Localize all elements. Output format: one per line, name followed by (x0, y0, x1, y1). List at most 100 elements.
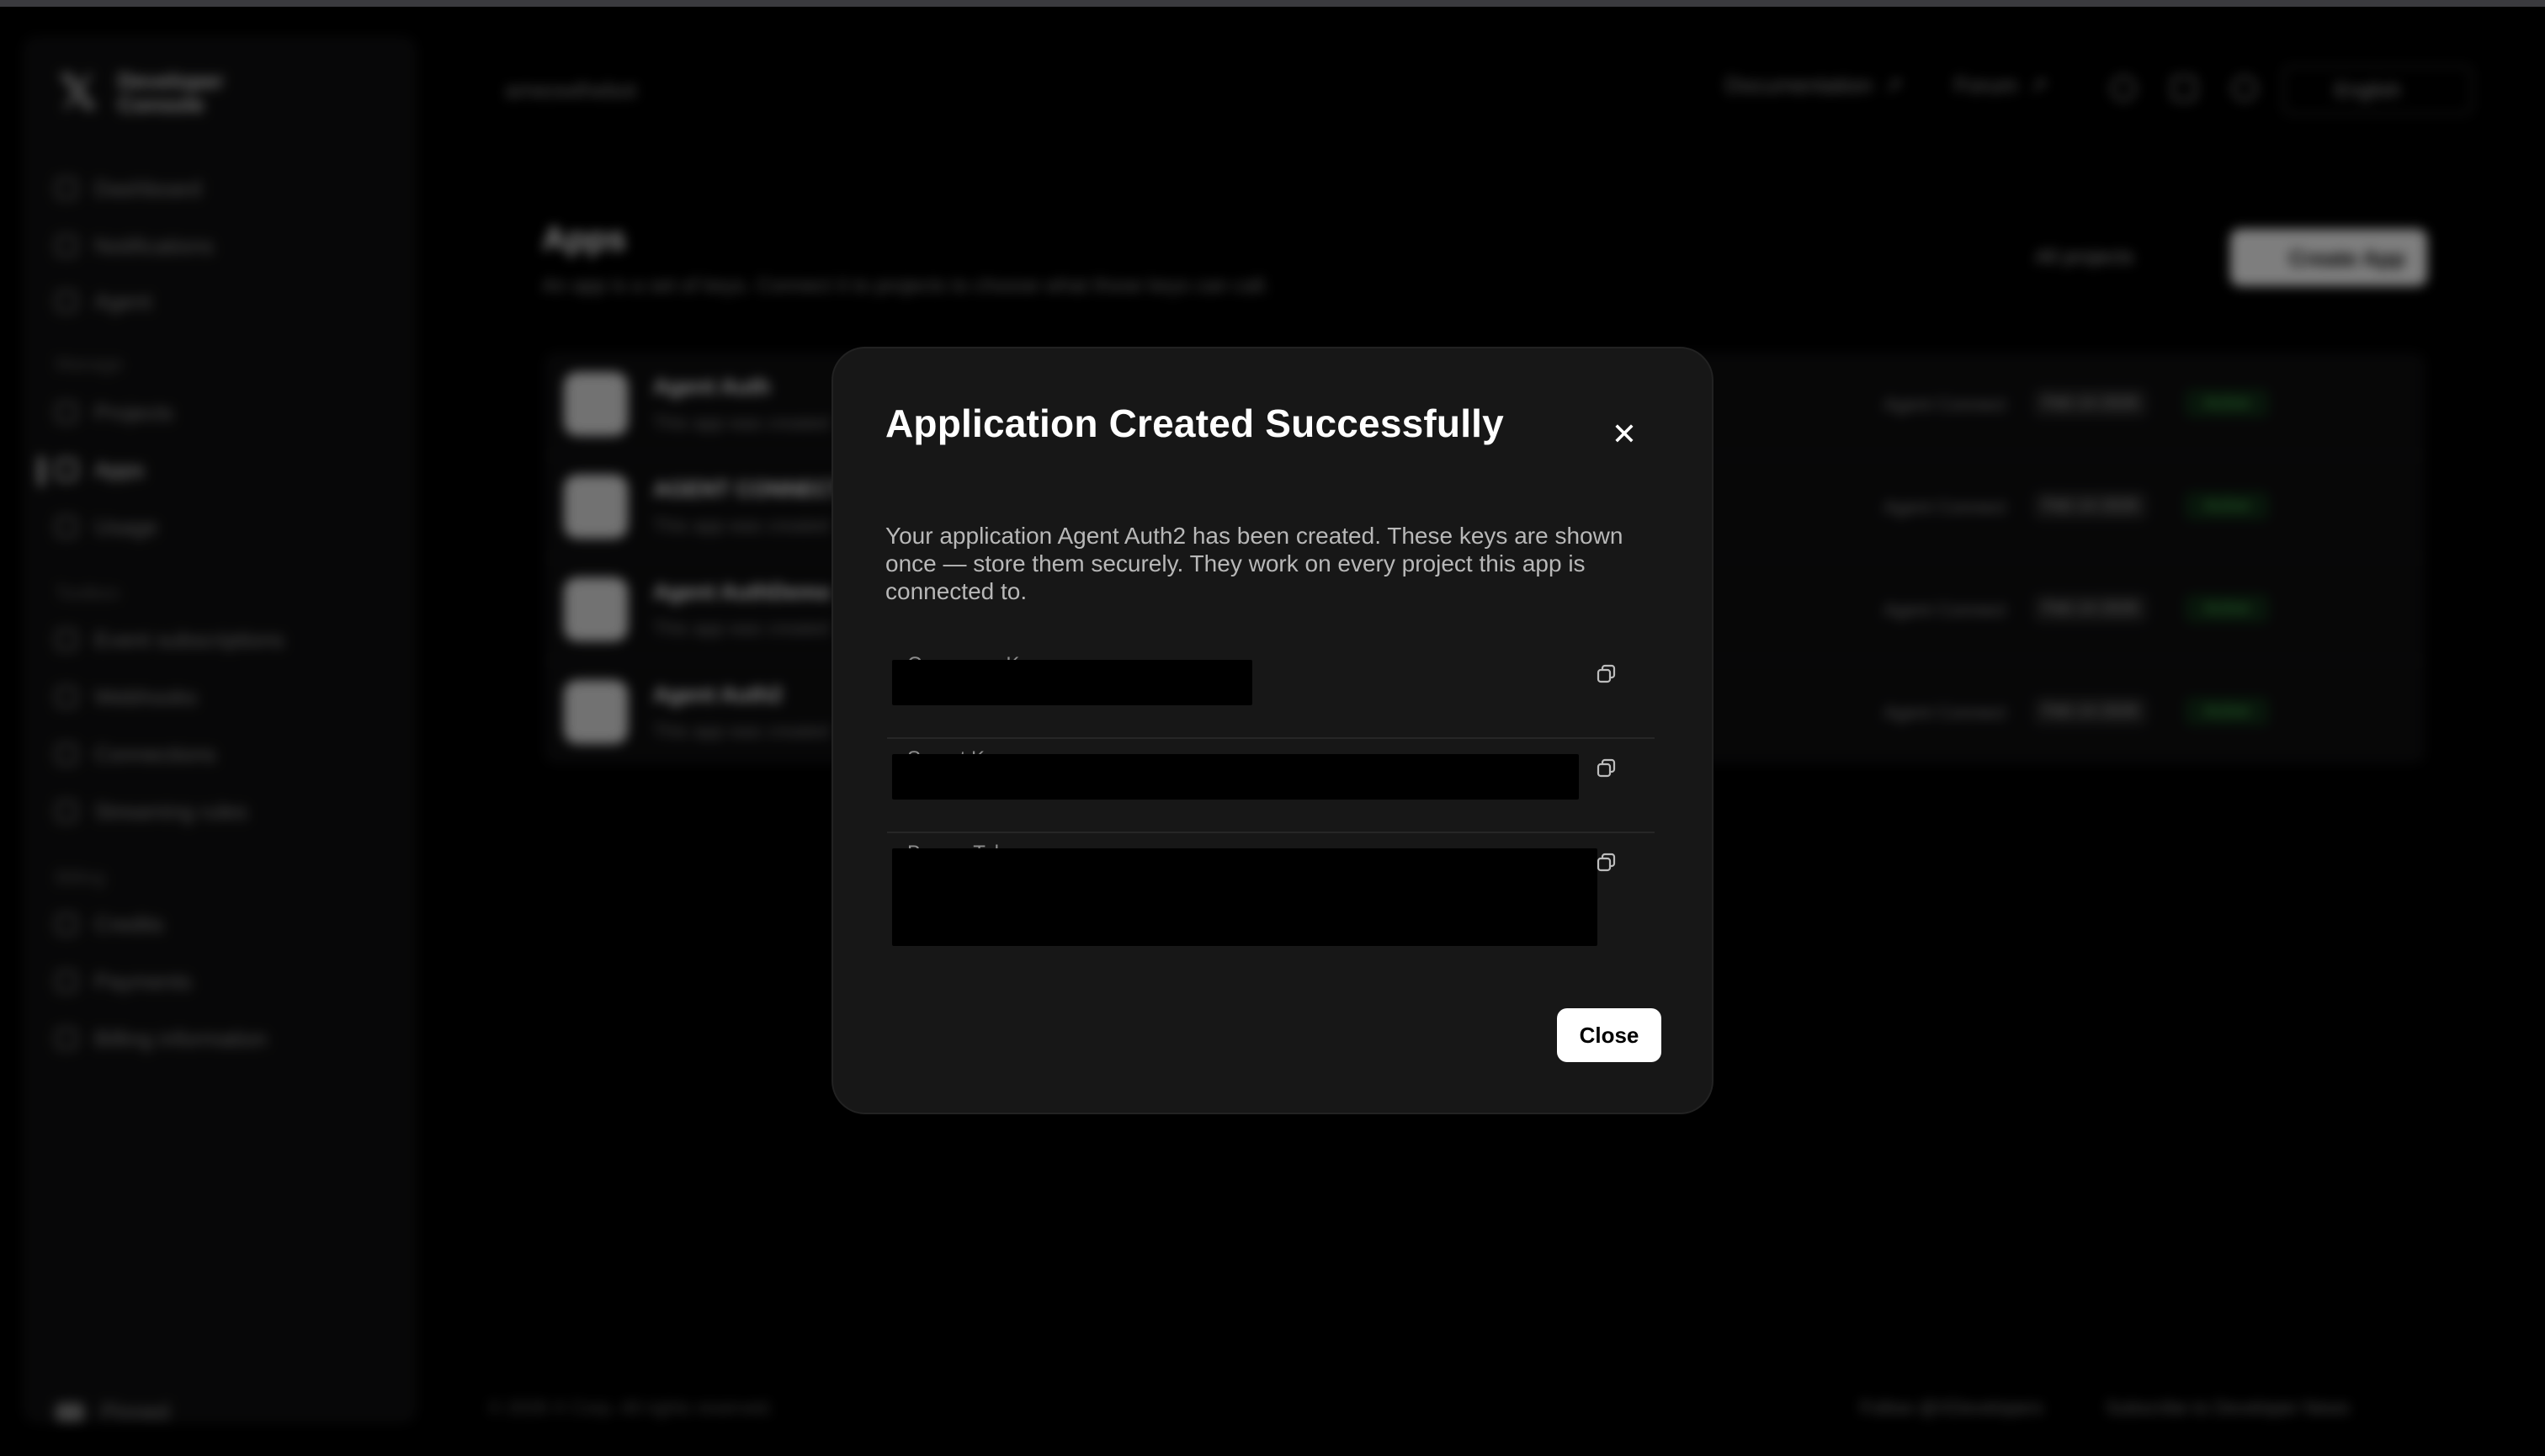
app-date: Feb 14 2026 (2033, 697, 2148, 725)
secret-key-value (892, 754, 1579, 800)
info-icon (56, 1028, 77, 1049)
sidebar-item-label: Credits (94, 911, 164, 937)
active-indicator (39, 456, 44, 486)
agent-icon (56, 290, 77, 312)
folder-icon (56, 401, 77, 423)
sidebar: 𝕏 Developer Console Dashboard Notificati… (22, 35, 417, 1424)
dashboard-icon (56, 178, 77, 199)
sidebar-item-payments[interactable]: Payments (56, 964, 192, 998)
x-logo-icon: 𝕏 (59, 66, 98, 119)
app-avatar (564, 372, 628, 436)
close-icon[interactable]: ✕ (1607, 417, 1641, 451)
screen: 𝕏 Developer Console Dashboard Notificati… (0, 0, 2545, 1456)
app-meta: Agent Connect (1884, 394, 2006, 415)
language-select[interactable]: English (2282, 66, 2473, 114)
app-description: This app was created (653, 720, 830, 741)
pinned-icon (56, 1402, 84, 1421)
sidebar-footer-label: Pinned (101, 1399, 169, 1424)
create-app-button[interactable]: Create App (2230, 229, 2427, 286)
consumer-key-value (892, 660, 1252, 705)
copy-icon[interactable] (1596, 663, 1618, 685)
credits-icon (56, 913, 77, 935)
sidebar-item-label: Event subscriptions (94, 626, 284, 652)
sidebar-item-streaming-rules[interactable]: Streaming rules (56, 794, 247, 828)
page-subtitle: An app is a set of keys. Connect it to p… (542, 274, 1270, 297)
app-description: This app was created (653, 515, 830, 536)
bearer-token-value (892, 848, 1597, 946)
sidebar-item-connections[interactable]: Connections (56, 737, 216, 771)
dialog-description: Your application Agent Auth2 has been cr… (885, 523, 1623, 604)
sidebar-item-label: Connections (94, 741, 216, 767)
sidebar-item-dashboard[interactable]: Dashboard (56, 172, 201, 205)
forum-link[interactable]: Forum ↗ (1954, 72, 2048, 98)
external-link-icon: ↗ (2029, 72, 2048, 98)
footer-follow-link[interactable]: Follow @XDevelopers (1860, 1397, 2043, 1419)
app-name: AGENT CONNECT (653, 476, 844, 502)
documentation-link[interactable]: Documentation ↗ (1725, 72, 1903, 98)
search-icon[interactable] (2111, 76, 2136, 101)
breadcrumb: ameowthebot (505, 77, 637, 103)
sidebar-item-label: Streaming rules (94, 798, 248, 824)
documentation-label: Documentation (1725, 72, 1873, 98)
sidebar-item-apps[interactable]: Apps (56, 453, 144, 486)
sidebar-section-tools: Toolbox (56, 582, 120, 603)
app-meta: Agent Connect (1884, 599, 2006, 620)
sidebar-item-label: Apps (94, 456, 145, 482)
sidebar-section-billing: Billing (56, 867, 105, 888)
stream-icon (56, 800, 77, 822)
sidebar-item-label: Billing information (94, 1025, 268, 1051)
app-description: This app was created (653, 412, 830, 433)
sidebar-item-agent[interactable]: Agent (56, 284, 151, 318)
external-link-icon: ↗ (1884, 72, 1903, 98)
usage-icon (56, 516, 77, 538)
forum-label: Forum (1954, 72, 2018, 98)
sidebar-item-label: Agent (94, 288, 151, 314)
sidebar-item-event-subscriptions[interactable]: Event subscriptions (56, 623, 284, 656)
app-avatar (564, 680, 628, 744)
app-name: Agent AuthDemo (653, 579, 832, 604)
app-name: Agent Auth (653, 374, 771, 399)
logo-text: Developer Console (118, 68, 224, 117)
sidebar-section-manage: Manage (56, 353, 123, 375)
logo: 𝕏 Developer Console (59, 66, 236, 119)
sidebar-item-label: Dashboard (94, 175, 202, 201)
sidebar-item-label: Notifications (94, 232, 214, 258)
app-meta: Agent Connect (1884, 497, 2006, 518)
consumer-key-field: Consumer Key (887, 653, 1655, 739)
app-avatar (564, 577, 628, 641)
footer-copyright: © 2026 X Corp. All rights reserved. (488, 1397, 774, 1418)
app-date: Feb 14 2026 (2033, 594, 2148, 623)
sidebar-item-label: Webhooks (94, 683, 198, 709)
project-filter[interactable]: All projects (2035, 246, 2133, 269)
status-badge: Active (2185, 389, 2269, 417)
secret-key-field: Secret Key (887, 747, 1655, 833)
dialog-title: Application Created Successfully (885, 401, 1504, 445)
copy-icon[interactable] (1596, 852, 1618, 874)
sidebar-footer[interactable]: Pinned (56, 1399, 169, 1425)
sidebar-item-webhooks[interactable]: Webhooks (56, 680, 197, 714)
close-button[interactable]: Close (1557, 1008, 1661, 1062)
sidebar-item-label: Usage (94, 513, 158, 539)
sidebar-item-credits[interactable]: Credits (56, 907, 163, 941)
bearer-token-field: Bearer Token (887, 842, 1655, 968)
app-date: Feb 14 2026 (2033, 492, 2148, 520)
footer-subscribe-link[interactable]: Subscribe to Developer News (2106, 1397, 2350, 1419)
card-icon (56, 970, 77, 992)
app-name: Agent Auth2 (653, 682, 783, 707)
sidebar-item-label: Projects (94, 399, 173, 425)
key-icon (56, 459, 77, 481)
bell-icon (56, 235, 77, 257)
status-badge: Active (2185, 594, 2269, 623)
window-top-edge (0, 0, 2545, 7)
sidebar-item-billing-information[interactable]: Billing information (56, 1022, 267, 1055)
settings-icon[interactable] (2232, 76, 2257, 101)
status-badge: Active (2185, 697, 2269, 725)
sidebar-item-projects[interactable]: Projects (56, 396, 173, 429)
window-icon[interactable] (2171, 76, 2197, 101)
copy-icon[interactable] (1596, 757, 1618, 779)
sidebar-item-notifications[interactable]: Notifications (56, 229, 214, 263)
sidebar-item-label: Payments (94, 968, 192, 994)
app-meta: Agent Connect (1884, 702, 2006, 723)
sidebar-item-usage[interactable]: Usage (56, 510, 157, 544)
app-created-dialog: Application Created Successfully ✕ Your … (832, 347, 1713, 1114)
